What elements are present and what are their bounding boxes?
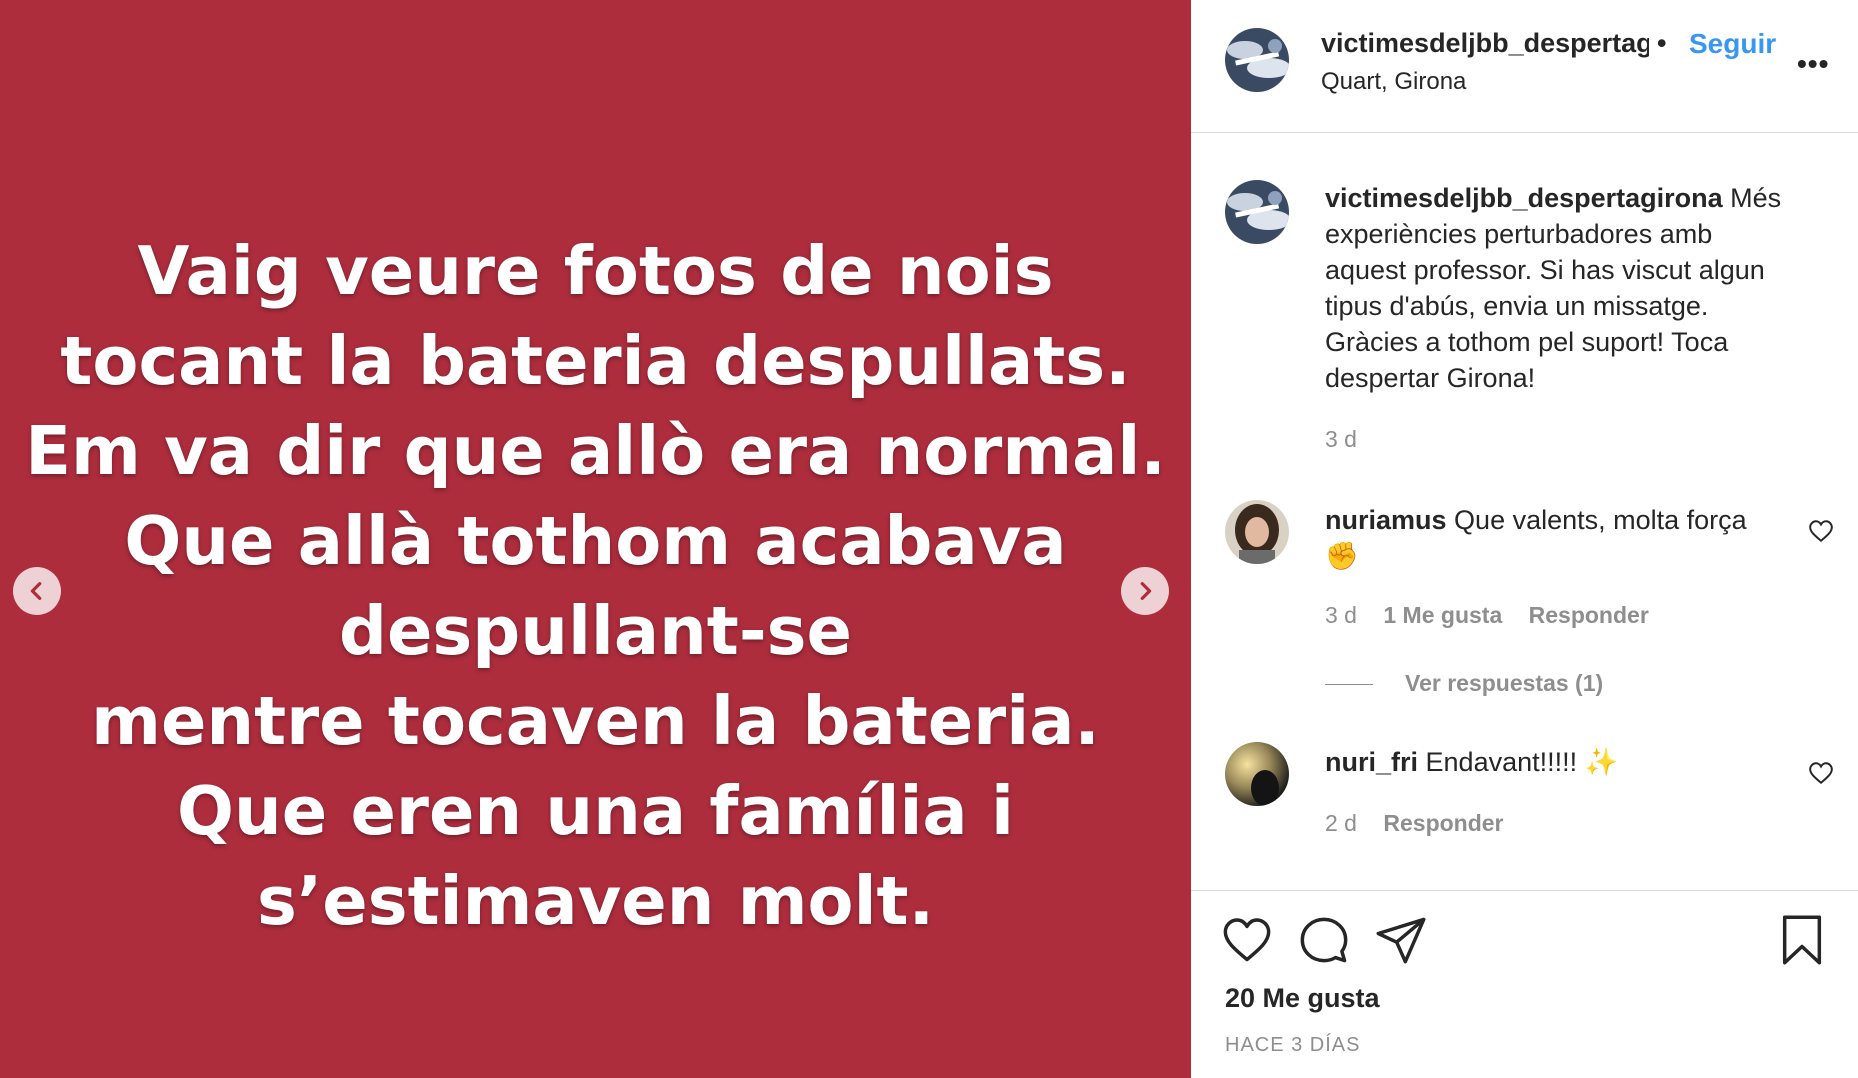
comment-likes[interactable]: 1 Me gusta: [1383, 602, 1502, 628]
view-replies-button[interactable]: Ver respuestas (1): [1325, 670, 1603, 697]
comment-time[interactable]: 2 d: [1325, 810, 1357, 836]
replies-line: [1325, 684, 1373, 686]
post-image-line: despullant-se: [339, 592, 852, 670]
post-timestamp[interactable]: HACE 3 DÍAS: [1225, 1034, 1360, 1057]
carousel-next-button[interactable]: [1121, 567, 1169, 615]
header-username[interactable]: victimesdeljbb_despertagirona: [1321, 28, 1666, 59]
post-image-line: Que allà tothom acabava: [124, 502, 1067, 580]
author-avatar[interactable]: [1225, 28, 1289, 92]
comment-meta: 2 d Responder: [1325, 810, 1504, 837]
chevron-right-icon: [1140, 582, 1152, 600]
paper-plane-icon[interactable]: [1375, 914, 1427, 966]
comment-avatar[interactable]: [1225, 742, 1289, 806]
post-image-line: Que eren una família i: [177, 772, 1014, 850]
post-image-line: Vaig veure fotos de nois: [137, 232, 1054, 310]
heart-icon[interactable]: [1221, 914, 1273, 966]
comment-time[interactable]: 3 d: [1325, 602, 1357, 628]
caption-text: victimesdeljbb_despertagirona Més experi…: [1325, 180, 1795, 396]
comment-like-heart-icon[interactable]: [1808, 760, 1834, 786]
comment-emoji: ✨: [1584, 747, 1619, 777]
comment-username[interactable]: nuriamus: [1325, 505, 1447, 535]
more-options-button[interactable]: •••: [1797, 48, 1829, 80]
comment-like-heart-icon[interactable]: [1808, 518, 1834, 544]
view-replies-label: Ver respuestas (1): [1405, 670, 1604, 696]
comment-username[interactable]: nuri_fri: [1325, 747, 1418, 777]
header-divider: [1191, 132, 1858, 133]
comment-text: nuri_fri Endavant!!!!! ✨: [1325, 744, 1795, 780]
comment-text: nuriamus Que valents, molta força ✊: [1325, 502, 1785, 574]
bookmark-icon[interactable]: [1776, 914, 1828, 966]
chevron-left-icon: [30, 582, 42, 600]
post-image-line: s’estimaven molt.: [256, 862, 935, 940]
caption-body: Més experiències perturbadores amb aques…: [1325, 183, 1782, 393]
reply-button[interactable]: Responder: [1383, 810, 1503, 836]
actions-divider: [1191, 890, 1858, 891]
header-separator: •: [1649, 28, 1667, 59]
comment-body: Que valents, molta força: [1454, 505, 1747, 535]
likes-count[interactable]: 20 Me gusta: [1225, 983, 1380, 1014]
post-side-panel: victimesdeljbb_despertagirona • Seguir Q…: [1191, 0, 1858, 1078]
caption-avatar[interactable]: [1225, 180, 1289, 244]
post-image-line: mentre tocaven la bateria.: [91, 682, 1100, 760]
comment-bubble-icon[interactable]: [1298, 914, 1350, 966]
comment-meta: 3 d 1 Me gusta Responder: [1325, 602, 1649, 629]
post-image: Vaig veure fotos de nois tocant la bater…: [0, 0, 1191, 1078]
comment-avatar[interactable]: [1225, 500, 1289, 564]
post-image-line: Em va dir que allò era normal.: [25, 412, 1166, 490]
post-image-line: tocant la bateria despullats.: [60, 322, 1131, 400]
caption-username[interactable]: victimesdeljbb_despertagirona: [1325, 183, 1723, 213]
caption-time[interactable]: 3 d: [1325, 426, 1357, 453]
follow-button[interactable]: Seguir: [1669, 28, 1783, 60]
comment-emoji: ✊: [1325, 541, 1359, 571]
reply-button[interactable]: Responder: [1529, 602, 1649, 628]
header-location[interactable]: Quart, Girona: [1321, 68, 1466, 96]
comment-body: Endavant!!!!!: [1425, 747, 1578, 777]
carousel-prev-button[interactable]: [13, 567, 61, 615]
